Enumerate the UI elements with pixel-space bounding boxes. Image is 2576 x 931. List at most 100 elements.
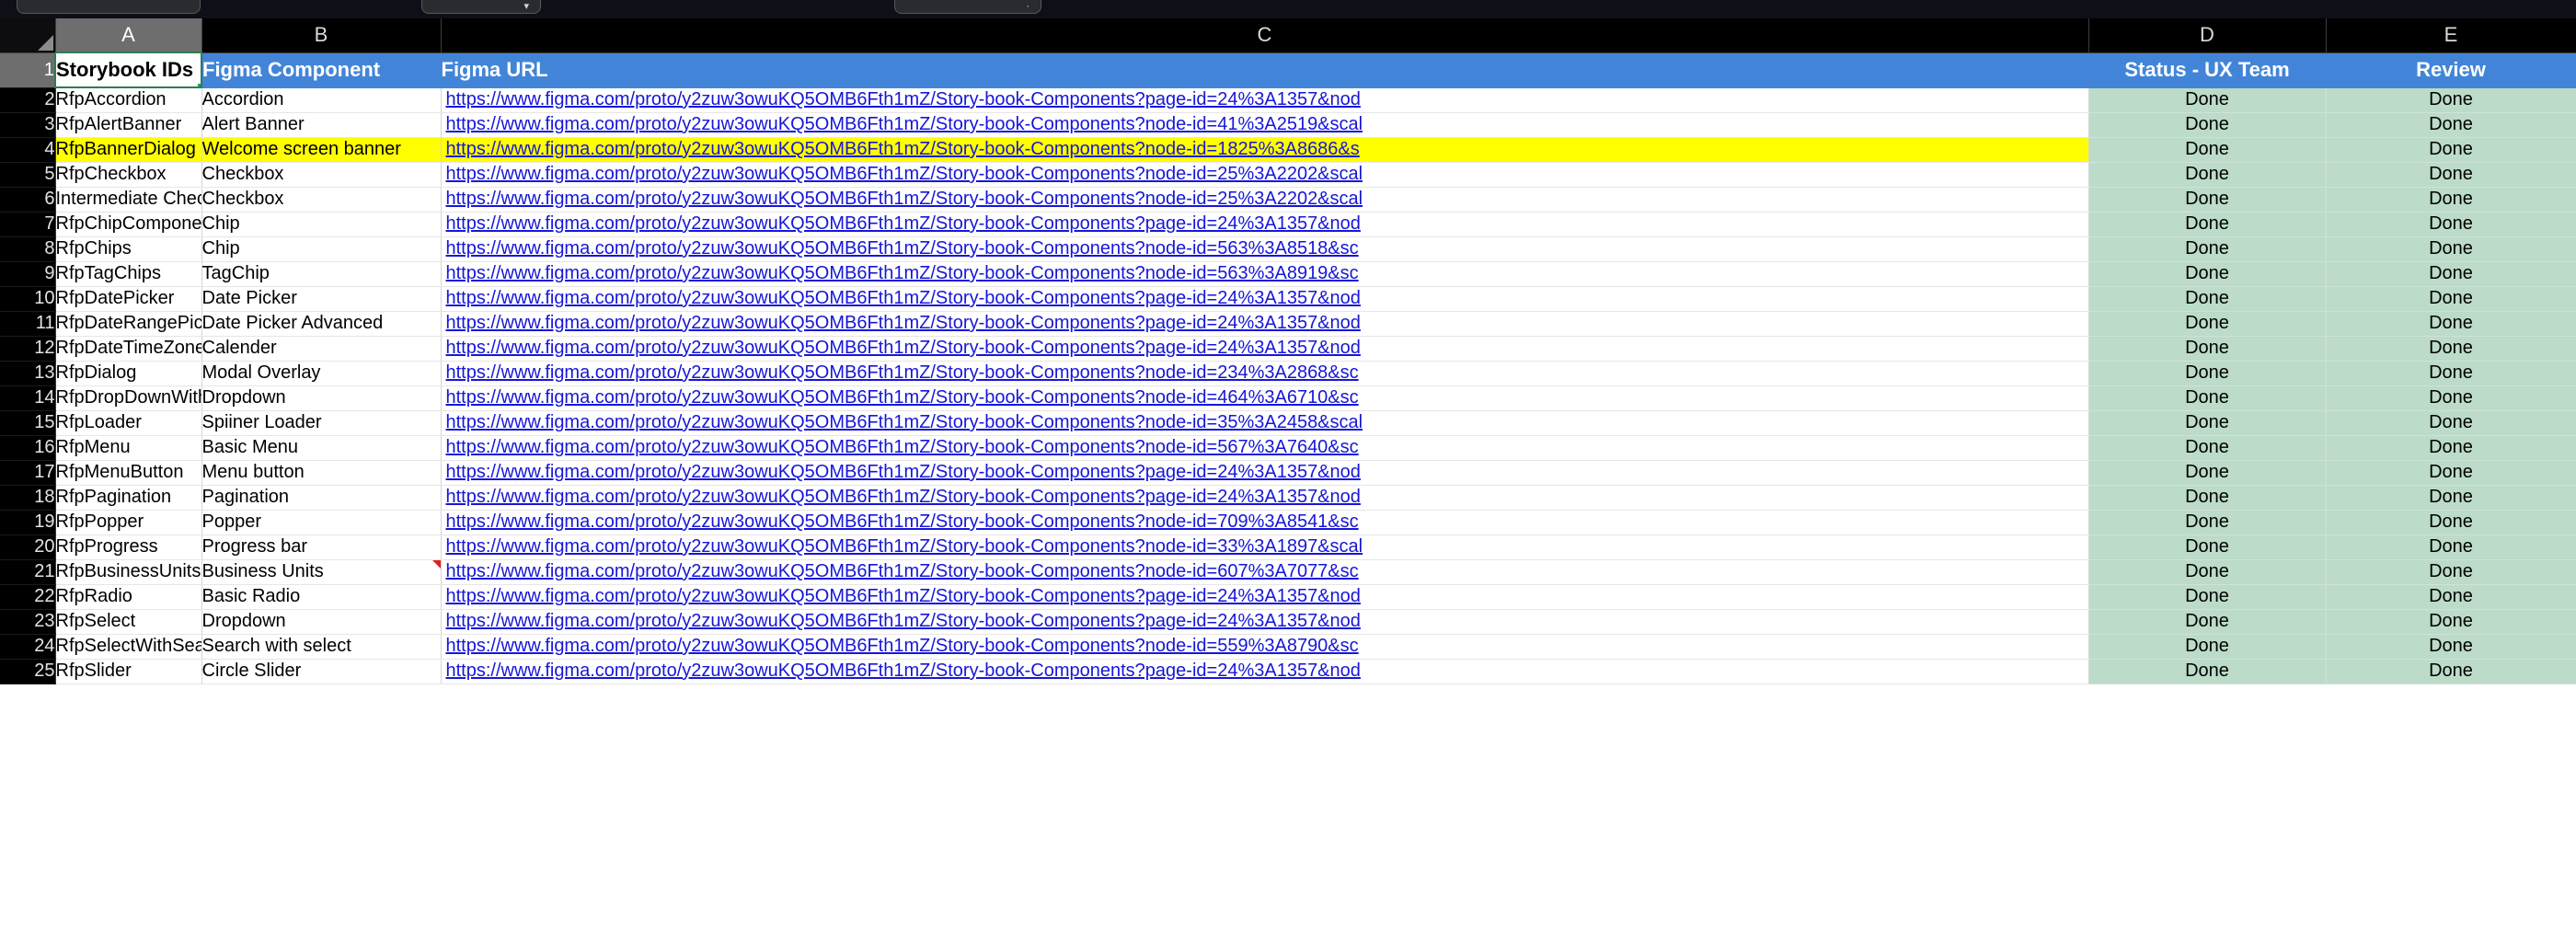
cell-storybook-id[interactable]: Intermediate Checkbox [55, 187, 202, 213]
cell-storybook-id[interactable]: RfpDialog [55, 361, 202, 386]
cell-status-ux-team[interactable]: Done [2088, 311, 2327, 337]
cell-figma-url-link[interactable]: https://www.figma.com/proto/y2zuw3owuKQ5… [441, 286, 2089, 312]
cell-figma-component[interactable]: Business Units [201, 559, 442, 585]
cell-review-status[interactable]: Done [2326, 460, 2576, 486]
cell-status-ux-team[interactable]: Done [2088, 236, 2327, 262]
row-number-1[interactable]: 1 [0, 52, 56, 88]
cell-figma-component[interactable]: Search with select [201, 634, 442, 660]
cell-review-status[interactable]: Done [2326, 137, 2576, 163]
row-number-24[interactable]: 24 [0, 634, 56, 660]
cell-status-ux-team[interactable]: Done [2088, 609, 2327, 635]
cell-figma-component[interactable]: Modal Overlay [201, 361, 442, 386]
cell-storybook-id[interactable]: RfpRadio [55, 584, 202, 610]
cell-figma-component[interactable]: Welcome screen banner [201, 137, 442, 163]
cell-storybook-id[interactable]: RfpTagChips [55, 261, 202, 287]
cell-review-status[interactable]: Done [2326, 311, 2576, 337]
cell-storybook-id[interactable]: RfpDateTimeZone [55, 336, 202, 362]
row-number-4[interactable]: 4 [0, 137, 56, 163]
header-cell-figma-url[interactable]: Figma URL [441, 52, 2089, 88]
cell-storybook-id[interactable]: RfpBannerDialog [55, 137, 202, 163]
cell-status-ux-team[interactable]: Done [2088, 336, 2327, 362]
cell-status-ux-team[interactable]: Done [2088, 460, 2327, 486]
toolbar-pill-1[interactable] [17, 0, 201, 14]
cell-figma-url-link[interactable]: https://www.figma.com/proto/y2zuw3owuKQ5… [441, 435, 2089, 461]
cell-storybook-id[interactable]: RfpDropDownWithSearch [55, 385, 202, 411]
cell-status-ux-team[interactable]: Done [2088, 510, 2327, 535]
cell-figma-url-link[interactable]: https://www.figma.com/proto/y2zuw3owuKQ5… [441, 311, 2089, 337]
cell-storybook-id[interactable]: RfpSlider [55, 659, 202, 684]
cell-status-ux-team[interactable]: Done [2088, 187, 2327, 213]
row-number-25[interactable]: 25 [0, 659, 56, 684]
cell-figma-url-link[interactable]: https://www.figma.com/proto/y2zuw3owuKQ5… [441, 460, 2089, 486]
cell-figma-url-link[interactable]: https://www.figma.com/proto/y2zuw3owuKQ5… [441, 162, 2089, 188]
cell-status-ux-team[interactable]: Done [2088, 286, 2327, 312]
cell-review-status[interactable]: Done [2326, 87, 2576, 113]
cell-storybook-id[interactable]: RfpCheckbox [55, 162, 202, 188]
row-number-3[interactable]: 3 [0, 112, 56, 138]
cell-figma-component[interactable]: Chip [201, 236, 442, 262]
row-number-16[interactable]: 16 [0, 435, 56, 461]
cell-figma-url-link[interactable]: https://www.figma.com/proto/y2zuw3owuKQ5… [441, 410, 2089, 436]
cell-storybook-id[interactable]: RfpLoader [55, 410, 202, 436]
row-number-2[interactable]: 2 [0, 87, 56, 113]
cell-storybook-id[interactable]: RfpAlertBanner [55, 112, 202, 138]
cell-status-ux-team[interactable]: Done [2088, 559, 2327, 585]
cell-review-status[interactable]: Done [2326, 162, 2576, 188]
row-number-6[interactable]: 6 [0, 187, 56, 213]
cell-figma-url-link[interactable]: https://www.figma.com/proto/y2zuw3owuKQ5… [441, 236, 2089, 262]
cell-figma-component[interactable]: Checkbox [201, 162, 442, 188]
cell-figma-url-link[interactable]: https://www.figma.com/proto/y2zuw3owuKQ5… [441, 385, 2089, 411]
cell-figma-url-link[interactable]: https://www.figma.com/proto/y2zuw3owuKQ5… [441, 87, 2089, 113]
cell-review-status[interactable]: Done [2326, 187, 2576, 213]
cell-storybook-id[interactable]: RfpSelectWithSearch [55, 634, 202, 660]
cell-storybook-id[interactable]: RfpDateRangePicker [55, 311, 202, 337]
row-number-7[interactable]: 7 [0, 212, 56, 237]
cell-status-ux-team[interactable]: Done [2088, 361, 2327, 386]
row-number-10[interactable]: 10 [0, 286, 56, 312]
cell-figma-component[interactable]: Popper [201, 510, 442, 535]
cell-review-status[interactable]: Done [2326, 361, 2576, 386]
cell-figma-component[interactable]: Accordion [201, 87, 442, 113]
cell-review-status[interactable]: Done [2326, 336, 2576, 362]
cell-storybook-id[interactable]: RfpMenuButton [55, 460, 202, 486]
row-number-9[interactable]: 9 [0, 261, 56, 287]
cell-figma-component[interactable]: Circle Slider [201, 659, 442, 684]
column-header-e[interactable]: E [2326, 18, 2576, 53]
cell-figma-url-link[interactable]: https://www.figma.com/proto/y2zuw3owuKQ5… [441, 261, 2089, 287]
column-header-d[interactable]: D [2088, 18, 2327, 53]
cell-figma-url-link[interactable]: https://www.figma.com/proto/y2zuw3owuKQ5… [441, 510, 2089, 535]
cell-figma-component[interactable]: Spiiner Loader [201, 410, 442, 436]
select-all-corner[interactable] [0, 18, 56, 53]
cell-status-ux-team[interactable]: Done [2088, 659, 2327, 684]
cell-status-ux-team[interactable]: Done [2088, 534, 2327, 560]
cell-status-ux-team[interactable]: Done [2088, 435, 2327, 461]
row-number-21[interactable]: 21 [0, 559, 56, 585]
cell-figma-url-link[interactable]: https://www.figma.com/proto/y2zuw3owuKQ5… [441, 559, 2089, 585]
cell-figma-component[interactable]: Basic Menu [201, 435, 442, 461]
row-number-20[interactable]: 20 [0, 534, 56, 560]
cell-figma-url-link[interactable]: https://www.figma.com/proto/y2zuw3owuKQ5… [441, 187, 2089, 213]
row-number-18[interactable]: 18 [0, 485, 56, 511]
cell-status-ux-team[interactable]: Done [2088, 584, 2327, 610]
cell-figma-component[interactable]: Menu button [201, 460, 442, 486]
row-number-19[interactable]: 19 [0, 510, 56, 535]
cell-review-status[interactable]: Done [2326, 112, 2576, 138]
row-number-15[interactable]: 15 [0, 410, 56, 436]
cell-storybook-id[interactable]: RfpProgress [55, 534, 202, 560]
cell-status-ux-team[interactable]: Done [2088, 137, 2327, 163]
cell-storybook-id[interactable]: RfpSelect [55, 609, 202, 635]
cell-figma-component[interactable]: Calender [201, 336, 442, 362]
cell-figma-component[interactable]: Dropdown [201, 385, 442, 411]
cell-figma-url-link[interactable]: https://www.figma.com/proto/y2zuw3owuKQ5… [441, 336, 2089, 362]
cell-status-ux-team[interactable]: Done [2088, 261, 2327, 287]
cell-figma-url-link[interactable]: https://www.figma.com/proto/y2zuw3owuKQ5… [441, 584, 2089, 610]
header-cell-status-ux-team[interactable]: Status - UX Team [2088, 52, 2327, 88]
column-header-c[interactable]: C [441, 18, 2089, 53]
cell-status-ux-team[interactable]: Done [2088, 112, 2327, 138]
cell-figma-url-link[interactable]: https://www.figma.com/proto/y2zuw3owuKQ5… [441, 634, 2089, 660]
cell-figma-url-link[interactable]: https://www.figma.com/proto/y2zuw3owuKQ5… [441, 361, 2089, 386]
cell-review-status[interactable]: Done [2326, 212, 2576, 237]
cell-review-status[interactable]: Done [2326, 510, 2576, 535]
cell-figma-component[interactable]: Alert Banner [201, 112, 442, 138]
cell-storybook-id[interactable]: RfpChips [55, 236, 202, 262]
